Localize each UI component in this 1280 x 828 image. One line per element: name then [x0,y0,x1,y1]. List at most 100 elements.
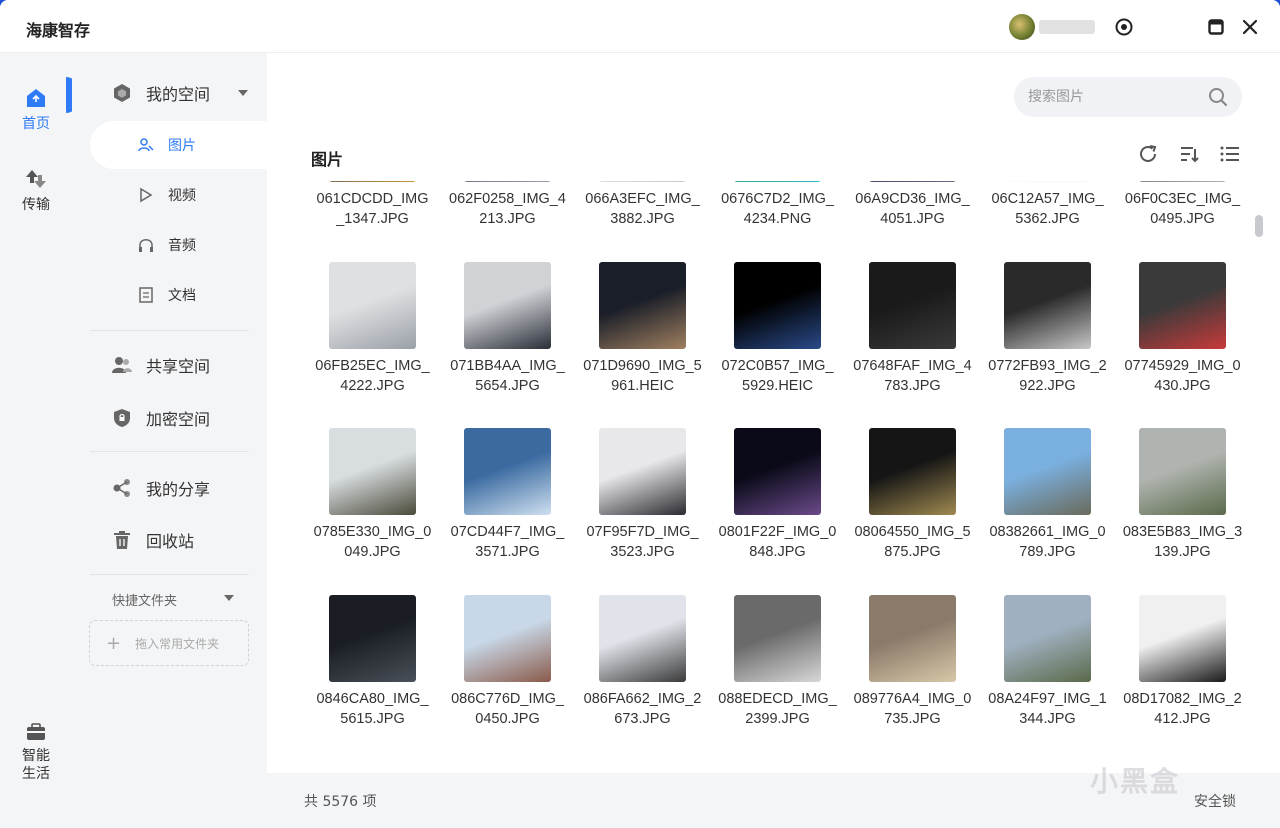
photo-thumbnail[interactable] [464,428,551,515]
rail-label-smart-life: 智能生活 [22,748,50,782]
search-input[interactable] [1028,89,1188,105]
photo-item[interactable]: 0676C7D2_IMG_4234.PNG [710,181,845,262]
left-rail: 首页 传输 智能生活 [0,53,72,828]
photo-item[interactable]: 07648FAF_IMG_4783.JPG [845,261,980,429]
photo-item[interactable]: 08D17082_IMG_2412.JPG [1115,594,1250,762]
photo-filename: 06C12A57_IMG_5362.JPG [991,191,1104,227]
close-icon[interactable] [1237,14,1263,40]
username-redacted[interactable] [1039,20,1095,34]
photo-item[interactable]: 0846CA80_IMG_5615.JPG [305,594,440,762]
photo-item[interactable]: 06C12A57_IMG_5362.JPG [980,181,1115,262]
nav-sub-documents[interactable]: 文档 [90,271,267,319]
document-icon [139,287,153,303]
photo-thumbnail[interactable] [1139,428,1226,515]
photo-filename: 08064550_IMG_5875.JPG [854,524,971,560]
photo-thumbnail[interactable] [869,181,956,182]
photo-thumbnail[interactable] [1004,594,1091,682]
photo-thumbnail[interactable] [329,428,416,515]
photo-item[interactable]: 08382661_IMG_0789.JPG [980,428,1115,595]
photo-item[interactable]: 089776A4_IMG_0735.JPG [845,594,980,762]
photo-item[interactable]: 072C0B57_IMG_5929.HEIC [710,261,845,429]
photo-thumbnail[interactable] [464,261,551,349]
nav-shared-space[interactable]: 共享空间 [112,353,210,377]
photo-item[interactable]: 08064550_IMG_5875.JPG [845,428,980,595]
photo-filename: 06F0C3EC_IMG_0495.JPG [1124,191,1241,227]
photo-item[interactable]: 086FA662_IMG_2673.JPG [575,594,710,762]
rail-item-transfer[interactable]: 传输 [0,168,72,214]
photo-thumbnail[interactable] [599,428,686,515]
photo-thumbnail[interactable] [329,261,416,349]
photo-thumbnail[interactable] [329,594,416,682]
item-count: 共 5576 项 [304,794,377,810]
photo-item[interactable]: 07CD44F7_IMG_3571.JPG [440,428,575,595]
photo-thumbnail[interactable] [599,594,686,682]
scrollbar-thumb[interactable] [1255,215,1263,237]
target-icon[interactable] [1111,14,1137,40]
photo-item[interactable]: 086C776D_IMG_0450.JPG [440,594,575,762]
photo-thumbnail[interactable] [869,428,956,515]
nav-my-space[interactable]: 我的空间 [112,81,249,105]
photo-item[interactable]: 07745929_IMG_0430.JPG [1115,261,1250,429]
photo-grid-viewport[interactable]: 061CDCDD_IMG_1347.JPG 062F0258_IMG_4213.J… [305,181,1257,773]
photo-thumbnail[interactable] [599,181,686,182]
avatar[interactable] [1009,14,1035,40]
photo-thumbnail[interactable] [734,428,821,515]
nav-sub-videos[interactable]: 视频 [90,171,267,219]
rail-item-home[interactable]: 首页 [0,87,72,133]
list-view-icon[interactable] [1219,143,1241,165]
photo-filename: 086FA662_IMG_2673.JPG [583,690,702,727]
photo-thumbnail[interactable] [599,261,686,349]
photo-thumbnail[interactable] [734,261,821,349]
photo-filename: 083E5B83_IMG_3139.JPG [1122,524,1243,560]
photo-item[interactable]: 071BB4AA_IMG_5654.JPG [440,261,575,429]
safe-lock-button[interactable]: 安全锁 [1194,791,1236,811]
photo-thumbnail[interactable] [1139,181,1226,182]
photo-item[interactable]: 0772FB93_IMG_2922.JPG [980,261,1115,429]
photo-item[interactable]: 06A9CD36_IMG_4051.JPG [845,181,980,262]
photo-grid: 061CDCDD_IMG_1347.JPG 062F0258_IMG_4213.J… [305,181,1250,761]
photo-thumbnail[interactable] [464,594,551,682]
photo-thumbnail[interactable] [329,181,416,182]
app-window: 海康智存 首页 传输 智能生活 我的空间 图片 视频 音频 文档 共享空间 加密… [0,0,1280,828]
photo-thumbnail[interactable] [869,594,956,682]
nav-my-share[interactable]: 我的分享 [112,476,210,500]
photo-item[interactable]: 083E5B83_IMG_3139.JPG [1115,428,1250,595]
play-icon [140,187,153,203]
photo-thumbnail[interactable] [1004,181,1091,182]
photo-item[interactable]: 088EDECD_IMG_2399.JPG [710,594,845,762]
nav-encrypted-space[interactable]: 加密空间 [112,406,210,430]
photo-item[interactable]: 066A3EFC_IMG_3882.JPG [575,181,710,262]
search-icon[interactable] [1208,87,1228,107]
photo-thumbnail[interactable] [1139,261,1226,349]
photo-thumbnail[interactable] [869,261,956,349]
photo-item[interactable]: 07F95F7D_IMG_3523.JPG [575,428,710,595]
photo-item[interactable]: 062F0258_IMG_4213.JPG [440,181,575,262]
photo-thumbnail[interactable] [1004,428,1091,515]
quick-folder-hint: 拖入常用文件夹 [135,636,220,651]
sort-icon[interactable] [1178,143,1200,165]
photo-thumbnail[interactable] [1004,261,1091,349]
nav-sub-photos[interactable]: 图片 [90,121,267,169]
search-box[interactable] [1014,77,1242,117]
photo-filename: 08A24F97_IMG_1344.JPG [988,690,1107,727]
quick-folder-dropzone[interactable]: + 拖入常用文件夹 [89,620,249,666]
photo-thumbnail[interactable] [734,594,821,682]
nav-sub-audio[interactable]: 音频 [90,221,267,269]
chevron-down-icon[interactable] [224,595,234,601]
photo-thumbnail[interactable] [1139,594,1226,682]
maximize-icon[interactable] [1203,14,1229,40]
photo-item[interactable]: 06FB25EC_IMG_4222.JPG [305,261,440,429]
quick-folder-header[interactable]: 快捷文件夹 [112,590,177,609]
photo-item[interactable]: 0801F22F_IMG_0848.JPG [710,428,845,595]
photo-filename: 088EDECD_IMG_2399.JPG [718,690,837,727]
photo-item[interactable]: 06F0C3EC_IMG_0495.JPG [1115,181,1250,262]
photo-item[interactable]: 071D9690_IMG_5961.HEIC [575,261,710,429]
photo-item[interactable]: 061CDCDD_IMG_1347.JPG [305,181,440,262]
nav-recycle-bin[interactable]: 回收站 [112,528,194,552]
photo-item[interactable]: 08A24F97_IMG_1344.JPG [980,594,1115,762]
photo-item[interactable]: 0785E330_IMG_0049.JPG [305,428,440,595]
photo-thumbnail[interactable] [464,181,551,182]
refresh-icon[interactable] [1137,143,1159,165]
rail-item-smart-life[interactable]: 智能生活 [0,721,72,783]
photo-thumbnail[interactable] [734,181,821,182]
